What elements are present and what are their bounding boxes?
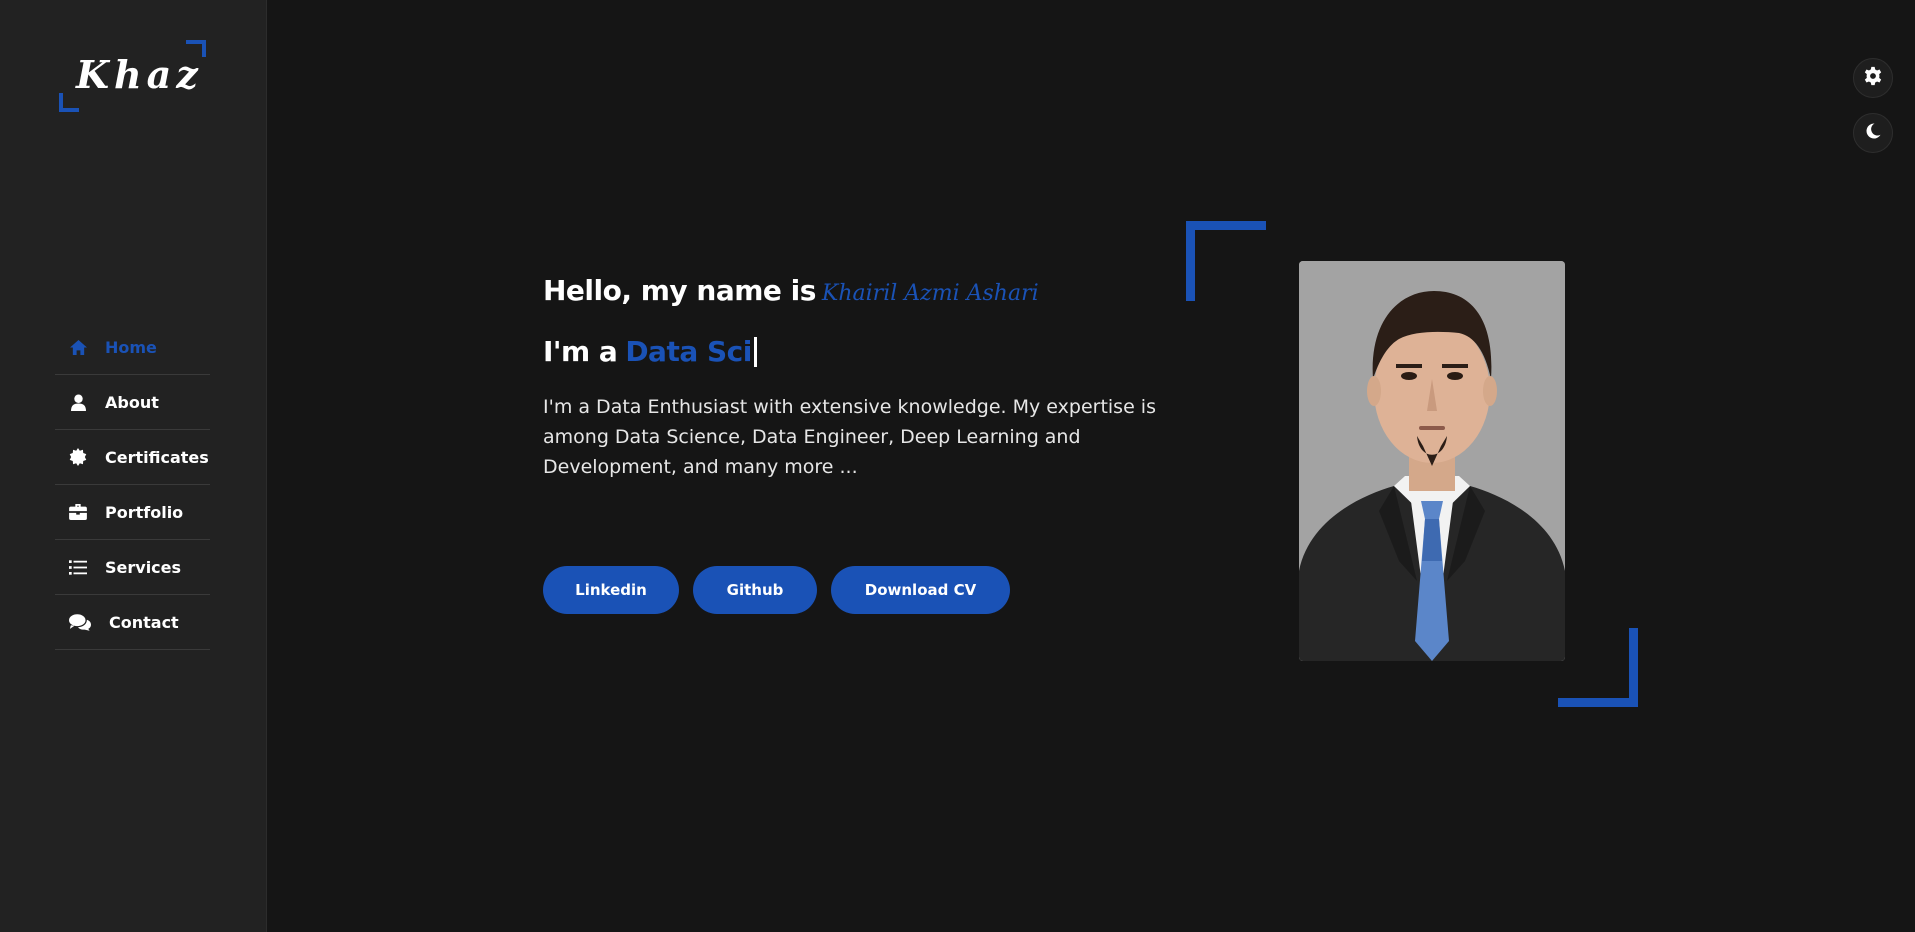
comments-icon (68, 612, 92, 632)
nav-item-label: About (105, 392, 159, 412)
download-cv-button[interactable]: Download CV (831, 566, 1010, 614)
briefcase-icon (68, 502, 88, 522)
nav-item-home[interactable]: Home (55, 320, 210, 375)
logo[interactable]: Khaz (59, 40, 206, 112)
nav-item-certificates[interactable]: Certificates (55, 430, 210, 485)
role-typed-text: Data Sci (625, 335, 752, 368)
hero-section: Hello, my name is Khairil Azmi Ashari I'… (543, 274, 1183, 482)
logo-text: Khaz (76, 52, 203, 97)
app: Khaz Home About Certificates Portfolio S… (0, 0, 1915, 932)
nav-item-label: Services (105, 557, 182, 577)
github-button[interactable]: Github (693, 566, 817, 614)
role-prefix: I'm a (543, 335, 618, 368)
nav-item-label: Home (105, 337, 157, 357)
person-name: Khairil Azmi Ashari (821, 281, 1039, 306)
gear-icon (1863, 66, 1883, 90)
nav-item-about[interactable]: About (55, 375, 210, 430)
nav-item-label: Certificates (105, 447, 209, 467)
hero-description: I'm a Data Enthusiast with extensive kno… (543, 396, 1156, 478)
profile-photo (1299, 261, 1565, 661)
profile-photo-illustration (1299, 261, 1565, 661)
settings-button[interactable] (1853, 58, 1893, 98)
theme-toggle-button[interactable] (1853, 113, 1893, 153)
photo-frame-top-left (1186, 221, 1266, 301)
typing-cursor (753, 336, 757, 367)
sidebar: Khaz Home About Certificates Portfolio S… (0, 0, 267, 932)
list-icon (68, 557, 88, 577)
nav-item-label: Contact (109, 612, 179, 632)
photo-frame-bottom-right (1558, 628, 1638, 707)
greeting-heading: Hello, my name is Khairil Azmi Ashari (543, 274, 1183, 307)
linkedin-button[interactable]: Linkedin (543, 566, 679, 614)
sidebar-nav: Home About Certificates Portfolio Servic… (55, 320, 210, 650)
nav-item-contact[interactable]: Contact (55, 595, 210, 650)
nav-item-label: Portfolio (105, 502, 184, 522)
user-icon (68, 392, 88, 412)
role-heading: I'm a Data Sci (543, 335, 1183, 368)
home-icon (68, 337, 88, 357)
greeting-text: Hello, my name is (543, 274, 816, 307)
moon-icon (1864, 122, 1882, 144)
hero-buttons: Linkedin Github Download CV (543, 566, 1010, 614)
nav-item-services[interactable]: Services (55, 540, 210, 595)
certificate-icon (68, 447, 88, 467)
nav-item-portfolio[interactable]: Portfolio (55, 485, 210, 540)
